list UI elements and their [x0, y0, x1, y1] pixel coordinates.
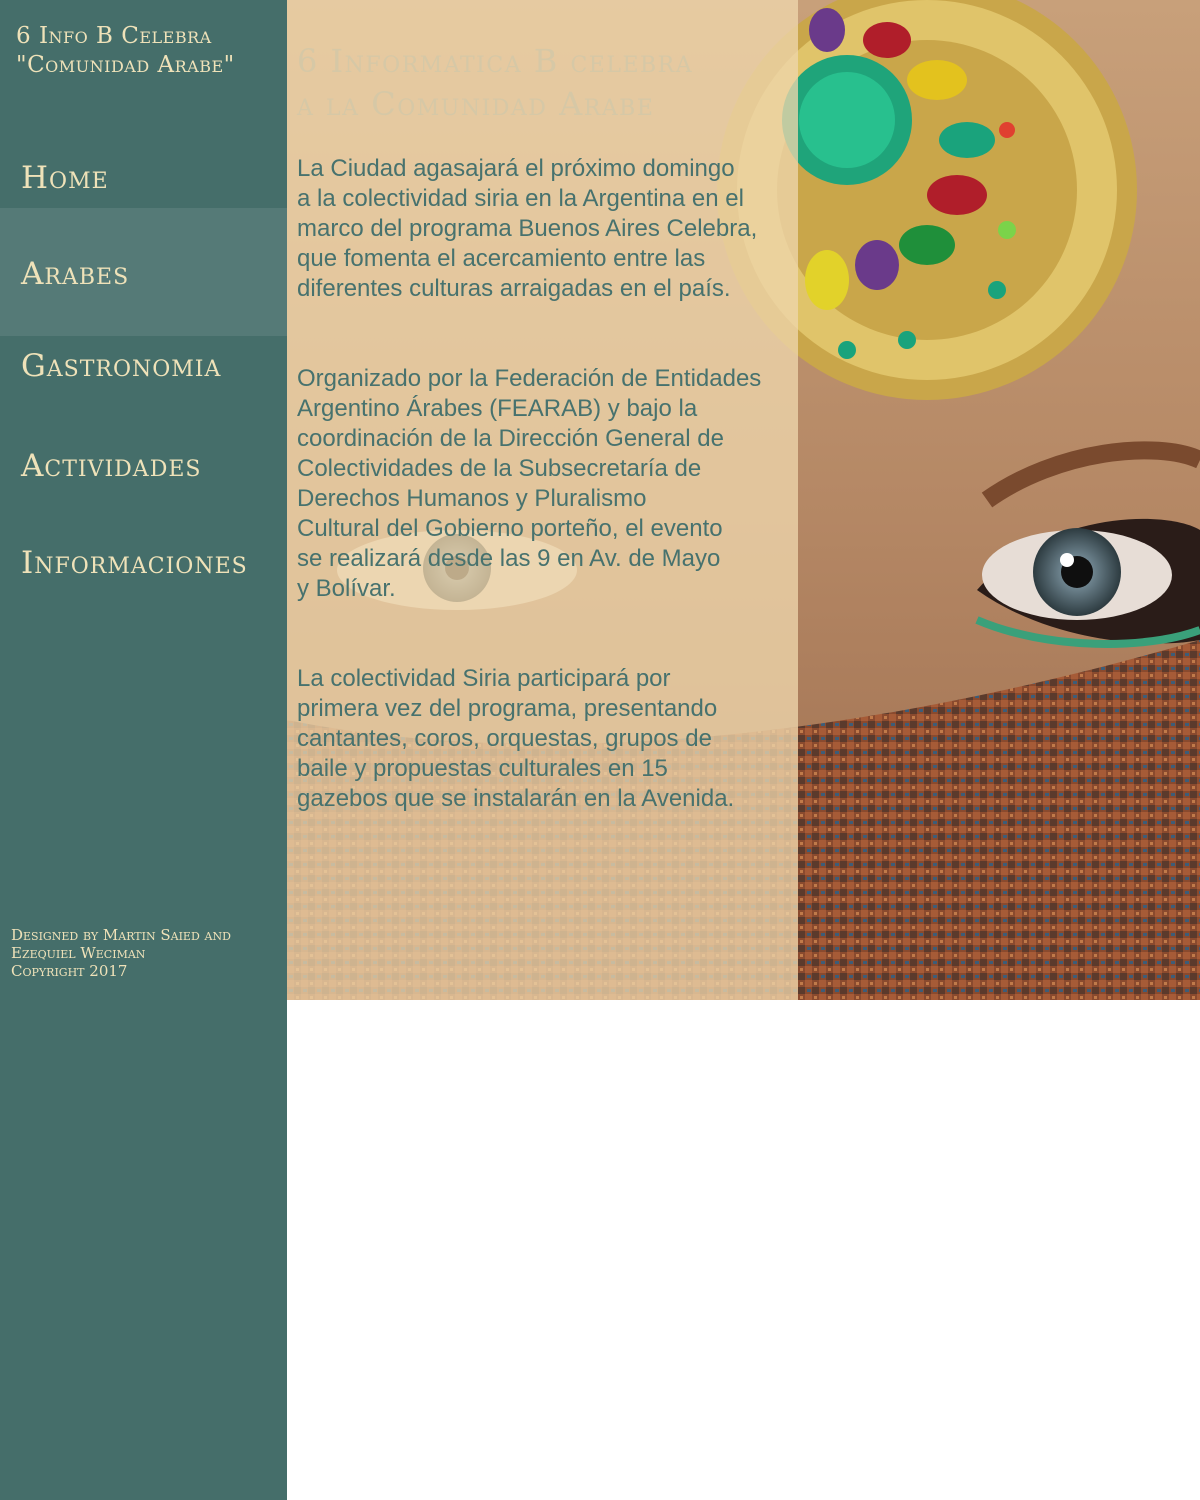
nav-item-gastronomia[interactable]: Gastronomia — [0, 348, 287, 396]
nav-item-actividades[interactable]: Actividades — [0, 448, 287, 496]
footer-credits: Designed by Martin Saied and Ezequiel We… — [11, 926, 281, 980]
page-title-line2: a la Comunidad Arabe — [297, 85, 655, 123]
page-title-line1: 6 Informatica B celebra — [297, 42, 694, 80]
nav-item-home[interactable]: Home — [0, 160, 287, 208]
nav-item-arabes[interactable]: Arabes — [0, 208, 287, 336]
nav-item-label: Actividades — [21, 448, 202, 484]
nav-item-informaciones[interactable]: Informaciones — [0, 545, 287, 593]
footer-copyright: Copyright 2017 — [11, 962, 128, 980]
page-title: 6 Informatica B celebra a la Comunidad A… — [297, 40, 807, 126]
nav-item-label: Arabes — [21, 256, 130, 292]
nav-item-label: Gastronomia — [21, 348, 222, 384]
site-title-line2: "Comunidad Arabe" — [16, 52, 235, 78]
article-paragraph-1: La Ciudad agasajará el próximo domingo a… — [297, 155, 758, 302]
site-title-line1: 6 Info B Celebra — [16, 23, 212, 49]
nav-item-label: Home — [21, 160, 109, 196]
article: 6 Informatica B celebra a la Comunidad A… — [297, 40, 807, 874]
article-paragraph-2: Organizado por la Federación de Entidade… — [297, 365, 762, 602]
article-paragraph-3: La colectividad Siria participará por pr… — [297, 665, 735, 812]
footer-line: Designed by Martin Saied and — [11, 926, 231, 944]
site-title: 6 Info B Celebra "Comunidad Arabe" — [16, 22, 281, 80]
sidebar: 6 Info B Celebra "Comunidad Arabe" Home … — [0, 0, 287, 1500]
nav-item-label: Informaciones — [21, 545, 248, 581]
footer-line: Ezequiel Weciman — [11, 944, 146, 962]
